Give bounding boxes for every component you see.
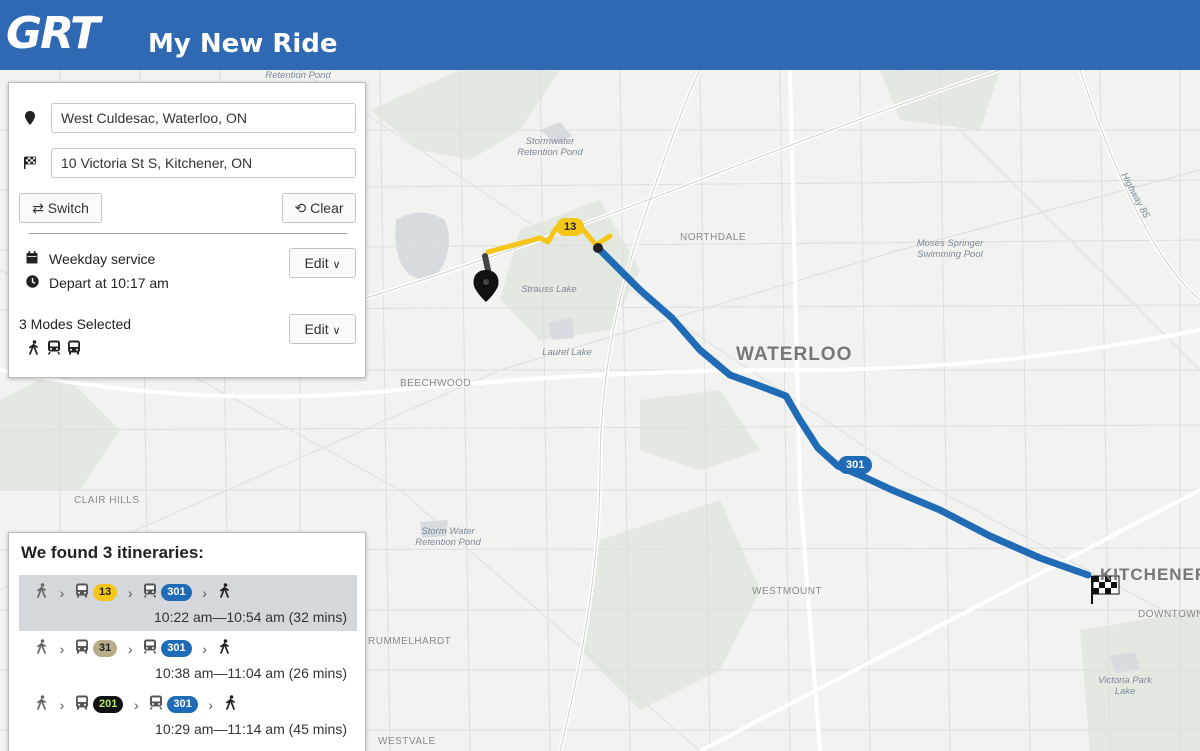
itinerary-legs: › 31 › 301 › bbox=[33, 639, 234, 659]
chevron-right-icon: › bbox=[59, 640, 65, 657]
chevron-right-icon: › bbox=[59, 584, 65, 601]
route-badge: 301 bbox=[161, 640, 192, 657]
calendar-icon bbox=[25, 250, 39, 268]
origin-marker-icon[interactable] bbox=[473, 270, 499, 302]
chevron-right-icon: › bbox=[127, 640, 133, 657]
app-header: GRT My New Ride bbox=[0, 0, 1200, 70]
switch-button[interactable]: ⇄ Switch bbox=[19, 193, 102, 223]
itinerary-legs: › 201 › 301 › bbox=[33, 695, 240, 715]
itinerary-legs: › 13 › 301 › bbox=[33, 583, 234, 603]
undo-icon: ⟲ bbox=[294, 200, 307, 216]
itineraries-panel: We found 3 itineraries: › 13 › 301 › 10:22 am… bbox=[8, 532, 366, 751]
switch-label: Switch bbox=[47, 200, 89, 216]
modes-label: 3 Modes Selected bbox=[19, 316, 132, 332]
train-icon bbox=[147, 695, 165, 714]
transfer-stop bbox=[593, 243, 603, 253]
chevron-right-icon: › bbox=[134, 696, 139, 713]
map-route-badge-301[interactable]: 301 bbox=[838, 456, 873, 474]
itinerary-row[interactable]: › 13 › 301 › 10:22 am—10:54 am (32 mins) bbox=[19, 575, 357, 631]
route-badge: 301 bbox=[167, 696, 198, 713]
clear-label: Clear bbox=[310, 200, 344, 216]
map-label: KITCHENER bbox=[1100, 565, 1200, 584]
map-label: DOWNTOWN bbox=[1138, 609, 1200, 620]
walk-icon bbox=[216, 583, 234, 602]
clock-icon bbox=[25, 274, 39, 292]
chevron-right-icon: › bbox=[208, 696, 214, 713]
app-title: My New Ride bbox=[148, 29, 338, 59]
depart-label: Depart at 10:17 am bbox=[49, 275, 169, 291]
clear-button[interactable]: ⟲ Clear bbox=[282, 193, 356, 223]
destination-input[interactable]: 10 Victoria St S, Kitchener, ON bbox=[51, 148, 356, 178]
route-badge: 201 bbox=[93, 696, 124, 713]
chevron-down-icon: ∨ bbox=[332, 259, 341, 271]
grt-logo: GRT bbox=[6, 8, 100, 59]
service-info: Weekday service bbox=[25, 250, 155, 268]
map-label: WESTMOUNT bbox=[752, 586, 823, 597]
train-icon bbox=[44, 340, 64, 360]
map-label: Retention Pond bbox=[265, 70, 331, 81]
map-label: Stormwater Retention Pond bbox=[517, 136, 583, 158]
map-label: Moses Springer Swimming Pool bbox=[916, 238, 984, 260]
walk-icon bbox=[33, 639, 51, 658]
train-icon bbox=[141, 639, 159, 658]
itinerary-row[interactable]: › 201 › 301 › 10:29 am—11:14 am (45 mins) bbox=[19, 687, 357, 743]
chevron-right-icon: › bbox=[202, 640, 207, 657]
schedule-edit-button[interactable]: Edit ∨ bbox=[289, 248, 356, 278]
trip-search-panel: West Culdesac, Waterloo, ON 10 Victoria … bbox=[8, 82, 366, 378]
chevron-down-icon: ∨ bbox=[332, 325, 341, 337]
destination-row: 10 Victoria St S, Kitchener, ON bbox=[23, 148, 357, 178]
map-label: WESTVALE bbox=[378, 736, 436, 747]
map-label: WATERLOO bbox=[736, 344, 853, 365]
results-title: We found 3 itineraries: bbox=[21, 543, 204, 562]
itinerary-time: 10:29 am—11:14 am (45 mins) bbox=[155, 721, 347, 737]
origin-row: West Culdesac, Waterloo, ON bbox=[23, 103, 357, 133]
map-label: CLAIR HILLS bbox=[74, 495, 140, 506]
walk-icon bbox=[33, 695, 51, 714]
map-marker-icon bbox=[23, 111, 37, 125]
itinerary-time: 10:38 am—11:04 am (26 mins) bbox=[155, 665, 347, 681]
bus-icon bbox=[73, 583, 91, 602]
chevron-right-icon: › bbox=[202, 584, 207, 601]
map-label: NORTHDALE bbox=[680, 232, 746, 243]
walk-icon bbox=[24, 340, 44, 360]
swap-arrows-icon: ⇄ bbox=[32, 200, 44, 216]
itinerary-row[interactable]: › 31 › 301 › 10:38 am—11:04 am (26 mins) bbox=[19, 631, 357, 687]
divider bbox=[29, 233, 347, 234]
map-label: Laurel Lake bbox=[542, 347, 592, 358]
service-label: Weekday service bbox=[49, 251, 156, 267]
edit-label: Edit bbox=[304, 255, 329, 271]
bus-icon bbox=[64, 340, 84, 360]
chevron-right-icon: › bbox=[127, 584, 133, 601]
train-icon bbox=[141, 583, 159, 602]
modes-edit-button[interactable]: Edit ∨ bbox=[289, 314, 356, 344]
route-badge: 31 bbox=[93, 640, 118, 657]
walk-icon bbox=[216, 639, 234, 658]
map-label: Strauss Lake bbox=[521, 284, 577, 295]
walk-icon bbox=[222, 695, 240, 714]
checkered-flag-icon bbox=[23, 156, 37, 170]
edit-label: Edit bbox=[304, 321, 329, 337]
route-badge: 301 bbox=[161, 584, 192, 601]
map-label: Storm Water Retention Pond bbox=[415, 526, 481, 548]
walk-icon bbox=[33, 583, 51, 602]
map-route-badge-13[interactable]: 13 bbox=[556, 218, 585, 236]
origin-input[interactable]: West Culdesac, Waterloo, ON bbox=[51, 103, 356, 133]
map-label: BEECHWOOD bbox=[400, 378, 472, 389]
mode-icons bbox=[24, 340, 84, 360]
bus-icon bbox=[73, 695, 91, 714]
bus-icon bbox=[73, 639, 91, 658]
depart-info: Depart at 10:17 am bbox=[25, 274, 169, 292]
route-badge: 13 bbox=[93, 584, 118, 601]
itinerary-time: 10:22 am—10:54 am (32 mins) bbox=[154, 609, 347, 625]
chevron-right-icon: › bbox=[59, 696, 65, 713]
map-label: RUMMELHARDT bbox=[368, 636, 452, 647]
map-label: Victoria Park Lake bbox=[1098, 675, 1152, 697]
